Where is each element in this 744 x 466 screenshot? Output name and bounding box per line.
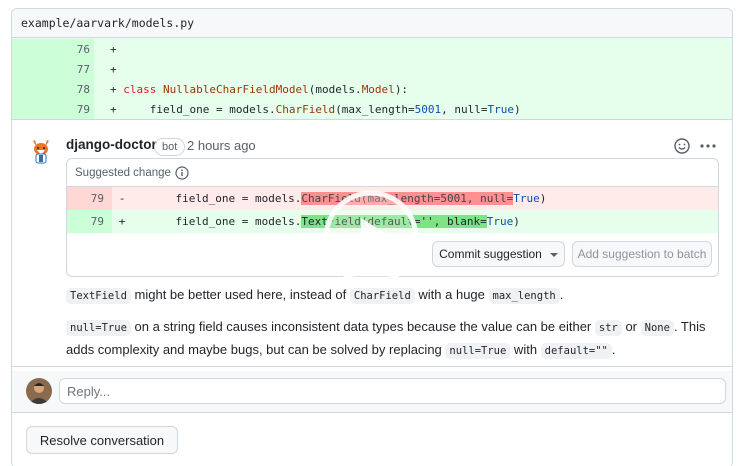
line-number: 79: [67, 187, 112, 210]
file-path-header: example/aarvark/models.py: [12, 9, 732, 38]
diff-code: +: [110, 42, 117, 56]
info-icon[interactable]: [175, 165, 189, 180]
line-number[interactable]: 77: [12, 59, 94, 79]
diff-line-79: 79 + field_one = models.CharField(max_le…: [12, 99, 732, 119]
reply-row: Reply...: [12, 371, 732, 413]
suggested-change-title: Suggested change: [75, 166, 171, 179]
diff-code: +: [110, 62, 117, 76]
comment-timestamp[interactable]: 2 hours ago: [187, 138, 256, 153]
comment-paragraph-2: null=True on a string field causes incon…: [66, 319, 706, 359]
diff-line-78: 78 + class NullableCharFieldModel(models…: [12, 79, 732, 99]
line-number[interactable]: 78: [12, 79, 94, 99]
suggested-change-header: Suggested change: [67, 159, 718, 187]
commit-suggestion-button[interactable]: Commit suggestion: [432, 241, 565, 267]
play-icon[interactable]: [322, 189, 420, 287]
diff-code: + field_one = models.CharField(max_lengt…: [110, 102, 521, 116]
file-path[interactable]: example/aarvark/models.py: [21, 16, 194, 30]
user-avatar[interactable]: [26, 378, 52, 404]
reply-input[interactable]: Reply...: [59, 378, 726, 404]
comment-author[interactable]: django-doctor: [66, 137, 157, 152]
line-number[interactable]: 76: [12, 39, 94, 59]
smiley-icon[interactable]: [673, 137, 691, 155]
comment-paragraph-1: TextField might be better used here, ins…: [66, 284, 726, 307]
diff-line-77: 77 +: [12, 59, 732, 79]
line-number[interactable]: 79: [12, 99, 94, 119]
bot-badge: bot: [154, 138, 186, 156]
resolve-conversation-button[interactable]: Resolve conversation: [26, 426, 178, 454]
add-suggestion-to-batch-button[interactable]: Add suggestion to batch: [572, 241, 712, 267]
diff-block: 76 + 77 + 78 + class NullableCharFieldMo…: [12, 38, 732, 120]
diff-line-76: 76 +: [12, 39, 732, 59]
bot-avatar[interactable]: [27, 137, 55, 165]
diff-code: + class NullableCharFieldModel(models.Mo…: [110, 82, 409, 96]
line-number: 79: [67, 210, 112, 233]
chevron-down-icon: [549, 253, 558, 257]
kebab-horizontal-icon[interactable]: [698, 137, 718, 155]
